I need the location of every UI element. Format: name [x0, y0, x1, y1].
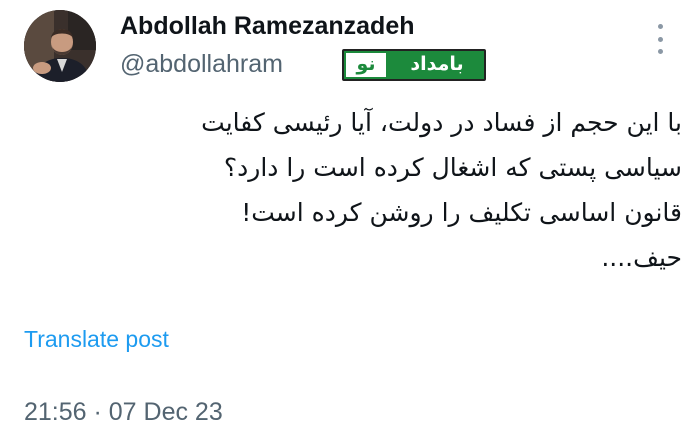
avatar[interactable] [24, 10, 96, 82]
badge-word-bamdad: بامداد [410, 53, 464, 75]
post-timestamp[interactable]: 21:56 · 07 Dec 23 [24, 398, 223, 427]
post-text-line: حیف.... [601, 243, 682, 272]
bamdad-no-logo: نو بامداد [342, 49, 486, 81]
more-dot [657, 49, 663, 54]
author-handle[interactable]: @abdollahram [120, 50, 283, 79]
translate-post-link[interactable]: Translate post [24, 326, 169, 353]
more-dot [657, 24, 663, 29]
post-text: با این حجم از فساد در دولت، آیا رئیسی کف… [90, 100, 682, 280]
badge-word-no: نو [356, 53, 376, 75]
post-text-line: سیاسی پستی که اشغال کرده است را دارد؟ [223, 153, 682, 182]
more-options-icon[interactable] [652, 24, 668, 54]
author-name[interactable]: Abdollah Ramezanzadeh [120, 12, 415, 41]
more-dot [657, 36, 663, 42]
post-text-line: با این حجم از فساد در دولت، آیا رئیسی کف… [201, 108, 682, 137]
post-text-line: قانون اساسی تکلیف را روشن کرده است! [241, 198, 682, 227]
avatar-photo [24, 10, 96, 82]
